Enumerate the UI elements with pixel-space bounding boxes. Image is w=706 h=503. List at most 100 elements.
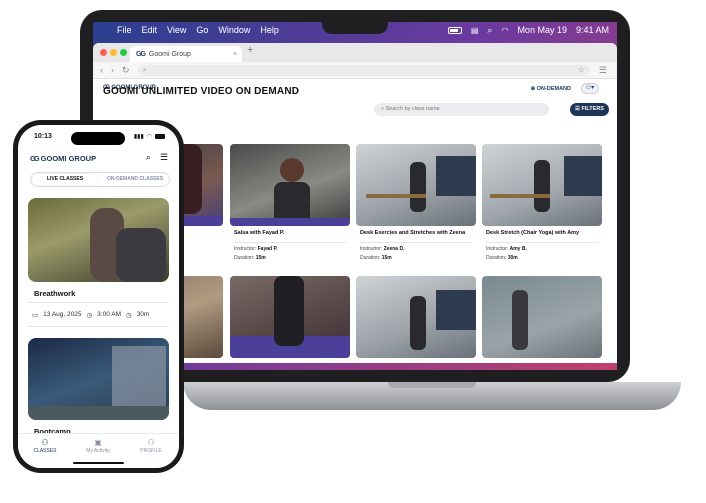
- activity-icon: ▣: [94, 438, 102, 447]
- class-thumbnail[interactable]: [28, 338, 169, 420]
- address-bar: ‹ › ↻ ⌕ ☆ ☰: [93, 62, 617, 79]
- battery-icon: [155, 134, 165, 139]
- duration-value: 15m: [381, 255, 392, 261]
- menu-file[interactable]: File: [117, 25, 132, 35]
- menu-view[interactable]: View: [167, 25, 186, 35]
- url-input[interactable]: ⌕: [138, 65, 590, 76]
- class-title: Salsa with Fayad P.: [234, 230, 285, 236]
- maximize-window-button[interactable]: [120, 49, 127, 56]
- instructor-name: Fayad P.: [257, 246, 278, 252]
- back-icon[interactable]: ‹: [100, 65, 103, 75]
- class-duration: 30m: [136, 311, 150, 318]
- laptop-notch: [322, 12, 388, 34]
- search-icon[interactable]: ⌕: [146, 152, 151, 163]
- class-title: Desk Exercies and Stretches with Zeena: [360, 230, 466, 236]
- wifi-icon[interactable]: ◠: [501, 26, 508, 35]
- phone-time: 10:13: [34, 133, 52, 140]
- class-thumbnail: [482, 144, 602, 226]
- menu-go[interactable]: Go: [196, 25, 208, 35]
- menu-window[interactable]: Window: [218, 25, 250, 35]
- filter-icon[interactable]: ☰: [160, 152, 168, 163]
- menu-help[interactable]: Help: [260, 25, 279, 35]
- timer-icon: ◷: [126, 312, 132, 319]
- class-date: 13 Aug, 2025: [43, 311, 82, 318]
- class-thumbnail: [356, 144, 476, 226]
- class-card[interactable]: Desk Exercies and Stretches with Zeena I…: [356, 144, 476, 261]
- phone: 10:13 ▮▮▮ ◠ GG GOOMI GROUP ⌕ ☰ LIVE CLAS…: [13, 120, 184, 473]
- sliders-icon: ☰: [575, 106, 580, 112]
- class-card[interactable]: Salsa with Fayad P. Instructor: Fayad P.…: [230, 144, 350, 261]
- laptop-lip: [388, 382, 476, 388]
- minimize-window-button[interactable]: [110, 49, 117, 56]
- class-duration: Duration: 15m: [356, 252, 476, 261]
- new-tab-button[interactable]: +: [247, 44, 253, 56]
- duration-value: 15m: [255, 255, 266, 261]
- tab-bar: GG Goomi Group × +: [93, 43, 617, 62]
- phone-brand: GOOMI GROUP: [40, 154, 97, 163]
- menubar-time: 9:41 AM: [575, 25, 609, 35]
- class-thumbnail[interactable]: [28, 198, 169, 282]
- tab-title: Goomi Group: [148, 50, 191, 58]
- filters-button[interactable]: ☰ FILTERS: [570, 103, 609, 116]
- close-tab-icon[interactable]: ×: [233, 51, 237, 58]
- control-center-icon[interactable]: ▤: [471, 26, 479, 35]
- page-title: GOOMI UNLIMITED VIDEO ON DEMAND: [103, 86, 300, 97]
- reload-icon[interactable]: ↻: [122, 65, 130, 76]
- instructor-label: Instructor:: [234, 246, 257, 252]
- forward-icon[interactable]: ›: [111, 65, 114, 75]
- duration-label: Duration:: [234, 255, 255, 261]
- instructor-name: Zeena D.: [383, 246, 405, 252]
- class-tabs: LIVE CLASSES ON-DEMAND CLASSES: [30, 172, 170, 187]
- class-instructor: Instructor: Zeena D.: [356, 243, 476, 252]
- tab-ondemand-classes[interactable]: ON-DEMAND CLASSES: [101, 174, 169, 185]
- class-instructor: Instructor: Amy B.: [482, 243, 602, 252]
- ondemand-link[interactable]: ⊕ ON-DEMAND: [531, 86, 571, 92]
- home-indicator: [73, 462, 124, 464]
- tab-live-classes[interactable]: LIVE CLASSES: [32, 174, 98, 185]
- instructor-label: Instructor:: [360, 246, 383, 252]
- bookmark-star-icon[interactable]: ☆: [578, 65, 585, 74]
- account-menu-button[interactable]: ⚇▾: [581, 83, 599, 94]
- duration-value: 30m: [507, 255, 518, 261]
- nav-activity-label: My Activity: [86, 448, 110, 454]
- class-card[interactable]: [356, 276, 476, 358]
- close-window-button[interactable]: [100, 49, 107, 56]
- search-placeholder: Search by class name: [385, 106, 440, 112]
- class-card[interactable]: [482, 276, 602, 358]
- class-card[interactable]: [230, 276, 350, 358]
- battery-icon[interactable]: [447, 26, 462, 34]
- class-search-input[interactable]: ⌕ Search by class name: [374, 103, 549, 116]
- divider: [28, 326, 169, 327]
- dynamic-island: [71, 132, 125, 145]
- goomi-logo-icon: GG: [30, 154, 40, 163]
- class-thumbnail: [230, 276, 350, 358]
- duration-label: Duration:: [486, 255, 507, 261]
- profile-icon: ⚇: [147, 438, 155, 447]
- phone-screen: 10:13 ▮▮▮ ◠ GG GOOMI GROUP ⌕ ☰ LIVE CLAS…: [18, 125, 179, 468]
- nav-classes-label: CLASSES: [33, 448, 57, 454]
- class-title: Desk Stretch (Chair Yoga) with Amy: [486, 230, 580, 236]
- nav-profile[interactable]: ⚇ PROFILE: [126, 438, 176, 454]
- phone-logo[interactable]: GG GOOMI GROUP: [30, 154, 96, 163]
- browser-menu-icon[interactable]: ☰: [599, 65, 607, 76]
- search-icon[interactable]: ⌕: [487, 25, 492, 36]
- nav-classes[interactable]: ⚇ CLASSES: [20, 438, 70, 454]
- class-card[interactable]: Desk Stretch (Chair Yoga) with Amy Instr…: [482, 144, 602, 261]
- classes-icon: ⚇: [41, 438, 49, 447]
- instructor-name: Amy B.: [509, 246, 527, 252]
- goomi-logo-icon: GG: [136, 50, 146, 58]
- browser-tab[interactable]: GG Goomi Group ×: [130, 46, 242, 62]
- wifi-icon: ◠: [146, 134, 152, 140]
- clock-icon: ◷: [86, 312, 93, 319]
- filters-label: FILTERS: [581, 106, 604, 112]
- class-thumbnail: [230, 144, 350, 226]
- class-instructor: Instructor: Fayad P.: [230, 243, 350, 252]
- menu-edit[interactable]: Edit: [142, 25, 158, 35]
- laptop-base: [183, 382, 681, 410]
- divider: [28, 302, 169, 303]
- class-name[interactable]: Breathwork: [34, 289, 75, 298]
- instructor-label: Instructor:: [486, 246, 509, 252]
- url-search-icon: ⌕: [143, 67, 147, 74]
- phone-status: ▮▮▮ ◠: [134, 133, 165, 140]
- nav-activity[interactable]: ▣ My Activity: [73, 438, 123, 454]
